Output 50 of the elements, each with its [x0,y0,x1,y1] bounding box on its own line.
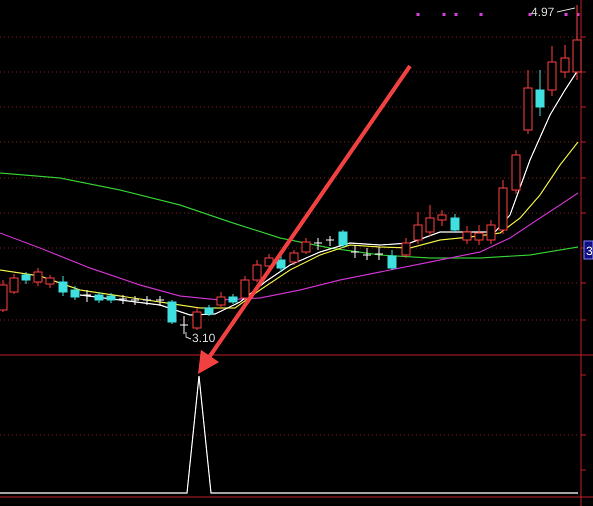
candlestick [168,300,176,324]
candlestick [338,230,348,248]
candlestick [34,268,42,286]
candlestick [106,292,116,304]
candlestick [362,248,372,260]
candlestick [252,260,262,282]
high-price-leader-line [556,8,576,12]
candlestick [524,70,532,134]
candlestick [486,220,496,244]
candlestick [302,238,310,254]
candlestick [204,304,214,316]
low-price-leader-line [186,332,192,340]
candlestick [290,250,298,266]
candlestick [192,308,202,330]
candlestick [180,316,188,334]
candlestick [276,256,286,272]
candlestick [560,44,570,78]
candlestick [374,246,384,260]
candlestick [22,272,30,284]
candlestick [118,294,128,304]
candlestick [10,274,18,294]
candlestick [46,274,54,288]
candlestick [58,276,68,296]
candlestick [512,150,520,194]
candlestick [462,226,472,244]
candlestick [450,214,460,232]
candlestick [498,180,508,234]
candlestick [70,286,80,300]
candlestick [536,70,544,116]
candlestick [402,238,410,258]
candlestick [414,212,422,244]
candlestick [82,290,92,302]
candlestick [314,238,322,250]
candlestick [94,292,104,304]
low-price-label: 3.10 [192,331,216,345]
candlestick [548,46,556,96]
candlestick [426,204,434,236]
candlestick [240,276,250,300]
candlestick [130,296,140,306]
candlestick [326,236,334,246]
candlestick [228,294,238,304]
candlestick [438,210,446,226]
candlestick [156,296,164,306]
candlestick [142,296,152,306]
candlestick [388,250,396,270]
candlestick [216,292,226,308]
axis-label: 3 [584,240,593,260]
high-price-label: 4.97 [531,5,554,19]
candlestick [350,244,360,258]
candlestick [474,224,484,246]
